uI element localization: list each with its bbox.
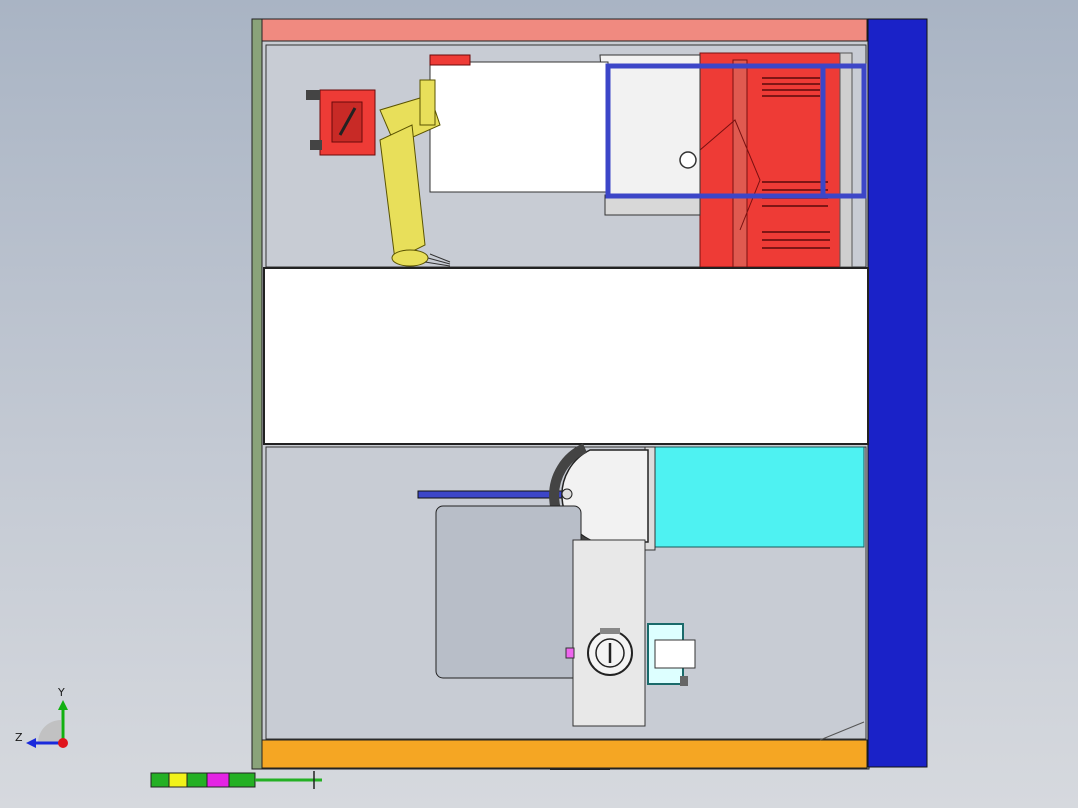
conveyor-unit[interactable] — [651, 446, 865, 548]
sensor-marker — [565, 647, 575, 659]
scale-bar — [150, 770, 325, 790]
scale-bar-graphic — [150, 771, 322, 789]
right-wall-panel — [867, 18, 928, 768]
top-cover-bar — [261, 18, 868, 42]
frame-left-rail — [251, 18, 263, 770]
bottom-base-bar — [261, 739, 868, 769]
inspection-window[interactable] — [435, 505, 582, 679]
center-white-panel — [263, 267, 869, 445]
spindle-housing — [599, 54, 701, 216]
triad-y-label: Y — [58, 686, 65, 699]
control-cabinet — [699, 52, 853, 268]
triad-z-label: Z — [15, 731, 23, 744]
coordinate-triad: Y Z — [14, 686, 74, 752]
push-rod — [417, 490, 567, 499]
triad-icon — [26, 700, 68, 748]
workpiece-block[interactable] — [429, 61, 609, 193]
cad-model-view[interactable] — [0, 0, 1078, 808]
